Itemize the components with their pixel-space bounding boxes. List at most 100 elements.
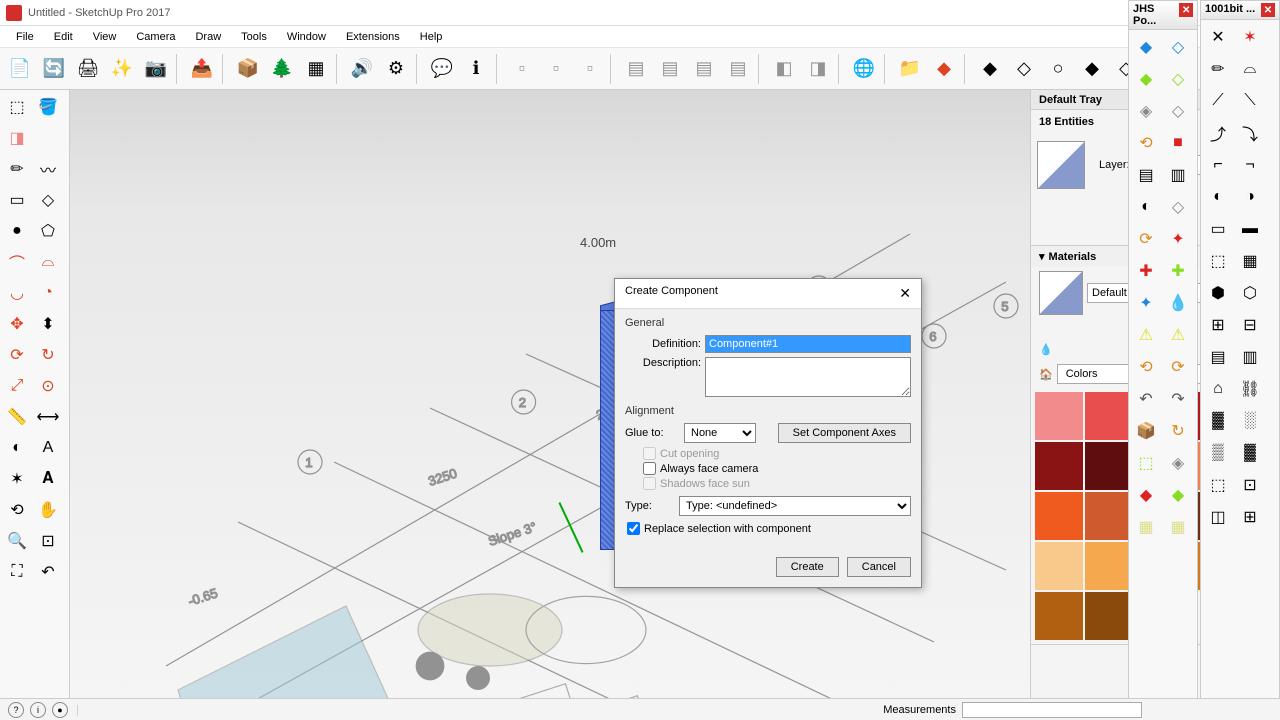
swatch[interactable] [1085, 392, 1133, 440]
ext-icon[interactable]: ■ [1163, 128, 1193, 158]
type-select[interactable]: Type: <undefined> [679, 496, 911, 516]
arc3-icon[interactable]: ◡ [2, 278, 32, 308]
print-icon[interactable]: 🖨 [72, 53, 104, 85]
ext-icon[interactable]: ▬ [1235, 214, 1265, 244]
ext-icon[interactable]: ✦ [1131, 288, 1161, 318]
camera-icon[interactable]: 📷 [140, 53, 172, 85]
new-doc-icon[interactable]: ✨ [106, 53, 138, 85]
ext-icon[interactable]: ⊞ [1235, 502, 1265, 532]
ext-icon[interactable]: ◐ [1203, 182, 1233, 212]
ext-icon[interactable]: ↶ [1131, 384, 1161, 414]
set-axes-button[interactable]: Set Component Axes [778, 423, 911, 443]
measurements-input[interactable] [962, 702, 1142, 718]
swatch[interactable] [1035, 392, 1083, 440]
select-icon[interactable]: ⬚ [2, 92, 32, 122]
create-button[interactable]: Create [776, 557, 839, 577]
scale-icon[interactable]: ⤢ [2, 371, 32, 401]
ext-icon[interactable]: ▦ [1163, 512, 1193, 542]
refresh-icon[interactable]: 🔄 [38, 53, 70, 85]
ext-icon[interactable]: ◆ [1131, 64, 1161, 94]
freehand-icon[interactable]: 〰 [33, 154, 63, 184]
ext-icon[interactable]: ⌂ [1203, 374, 1233, 404]
shape4-icon[interactable]: ◆ [1076, 53, 1108, 85]
paint-icon[interactable]: 🪣 [33, 92, 63, 122]
ext-icon[interactable]: ⟳ [1163, 352, 1193, 382]
ext-icon[interactable]: ⊟ [1235, 310, 1265, 340]
description-input[interactable] [705, 357, 911, 397]
ext-icon[interactable]: ⊞ [1203, 310, 1233, 340]
swatch[interactable] [1035, 492, 1083, 540]
ext-icon[interactable]: ◆ [1131, 480, 1161, 510]
offset-icon[interactable]: ⊙ [33, 371, 63, 401]
globe-icon[interactable]: 🌐 [848, 53, 880, 85]
settings-icon[interactable]: ⚙ [380, 53, 412, 85]
ext-icon[interactable]: ⛓ [1235, 374, 1265, 404]
status-icon-2[interactable]: i [30, 702, 46, 718]
ext-icon[interactable]: ⬢ [1203, 278, 1233, 308]
menu-file[interactable]: File [6, 29, 44, 45]
swatch[interactable] [1035, 592, 1083, 640]
ext-icon[interactable]: 📦 [1131, 416, 1161, 446]
ext-icon[interactable]: ◈ [1163, 448, 1193, 478]
ext-icon[interactable]: ⟍ [1235, 86, 1265, 116]
eyedropper-icon[interactable]: 💧 [1039, 343, 1053, 356]
swatch[interactable] [1085, 542, 1133, 590]
ext-icon[interactable]: ✶ [1235, 22, 1265, 52]
text-icon[interactable]: A [33, 433, 63, 463]
ext-icon[interactable]: ↷ [1163, 384, 1193, 414]
ext-icon[interactable]: ¬ [1235, 150, 1265, 180]
ext-icon[interactable]: ◆ [1163, 480, 1193, 510]
ext-icon[interactable]: ◑ [1235, 182, 1265, 212]
menu-edit[interactable]: Edit [44, 29, 83, 45]
orbit-icon[interactable]: ⟲ [2, 495, 32, 525]
glue-to-select[interactable]: None [684, 423, 756, 443]
replace-selection-checkbox[interactable] [627, 522, 640, 535]
shape2-icon[interactable]: ◇ [1008, 53, 1040, 85]
ext-icon[interactable]: ⬚ [1203, 470, 1233, 500]
1001bit-toolbar[interactable]: 1001bit ... ✕ ✕ ✶ ✏ ⌓ ⟋ ⟍ ⤴ ⤵ ⌐ ¬ ◐ ◑ ▭ … [1200, 0, 1280, 720]
menu-camera[interactable]: Camera [126, 29, 185, 45]
ext-icon[interactable]: ◐ [1131, 192, 1161, 222]
definition-input[interactable] [705, 335, 911, 353]
ext-icon[interactable]: ✚ [1131, 256, 1161, 286]
sound-icon[interactable]: 🔊 [346, 53, 378, 85]
ext-icon[interactable]: ⤵ [1235, 118, 1265, 148]
new-icon[interactable]: 📄 [4, 53, 36, 85]
ext-icon[interactable]: 💧 [1163, 288, 1193, 318]
pencil-icon[interactable]: ✏ [2, 154, 32, 184]
doc3-icon[interactable]: ▫ [574, 53, 606, 85]
pan-icon[interactable]: ✋ [33, 495, 63, 525]
menu-tools[interactable]: Tools [231, 29, 277, 45]
ext-icon[interactable]: ✏ [1203, 54, 1233, 84]
swatch[interactable] [1035, 442, 1083, 490]
tree-icon[interactable]: 🌲 [266, 53, 298, 85]
grid-icon[interactable]: ▦ [300, 53, 332, 85]
swatch[interactable] [1085, 442, 1133, 490]
tape-icon[interactable]: 📏 [2, 402, 32, 432]
ext-icon[interactable]: ✦ [1163, 224, 1193, 254]
ext-icon[interactable]: ⟳ [1131, 224, 1161, 254]
followme-icon[interactable]: ↻ [33, 340, 63, 370]
ext-icon[interactable]: ✚ [1163, 256, 1193, 286]
ext-icon[interactable]: ↻ [1163, 416, 1193, 446]
doc2-icon[interactable]: ▫ [540, 53, 572, 85]
dialog-title-bar[interactable]: Create Component ✕ [615, 279, 921, 309]
jhs-close-icon[interactable]: ✕ [1179, 3, 1193, 17]
rotated-rect-icon[interactable]: ◇ [33, 185, 63, 215]
doc1-icon[interactable]: ▫ [506, 53, 538, 85]
ext-icon[interactable]: ⤴ [1203, 118, 1233, 148]
label-icon[interactable]: 💬 [426, 53, 458, 85]
protractor-icon[interactable]: ◐ [2, 433, 32, 463]
ext-icon[interactable]: ⚠ [1163, 320, 1193, 350]
ext-icon[interactable]: ⬚ [1131, 448, 1161, 478]
ext-icon[interactable]: ▒ [1203, 438, 1233, 468]
ext-icon[interactable]: ◫ [1203, 502, 1233, 532]
cancel-button[interactable]: Cancel [847, 557, 911, 577]
send-icon[interactable]: 📤 [186, 53, 218, 85]
polygon-icon[interactable]: ⬠ [33, 216, 63, 246]
info-icon[interactable]: ℹ [460, 53, 492, 85]
ext-icon[interactable]: ▥ [1235, 342, 1265, 372]
chart4-icon[interactable]: ▤ [722, 53, 754, 85]
arc-icon[interactable]: ⌒ [2, 247, 32, 277]
circle-icon[interactable]: ● [2, 216, 32, 246]
